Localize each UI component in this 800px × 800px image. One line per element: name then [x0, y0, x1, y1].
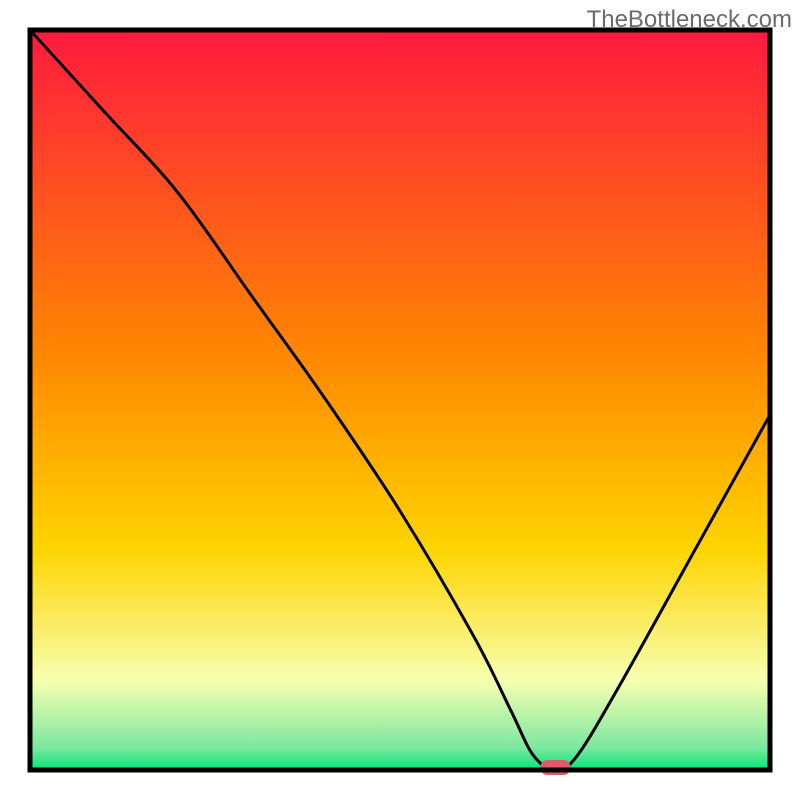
bottleneck-chart — [0, 0, 800, 800]
chart-container: TheBottleneck.com — [0, 0, 800, 800]
plot-background — [30, 30, 770, 770]
watermark-text: TheBottleneck.com — [587, 6, 792, 34]
